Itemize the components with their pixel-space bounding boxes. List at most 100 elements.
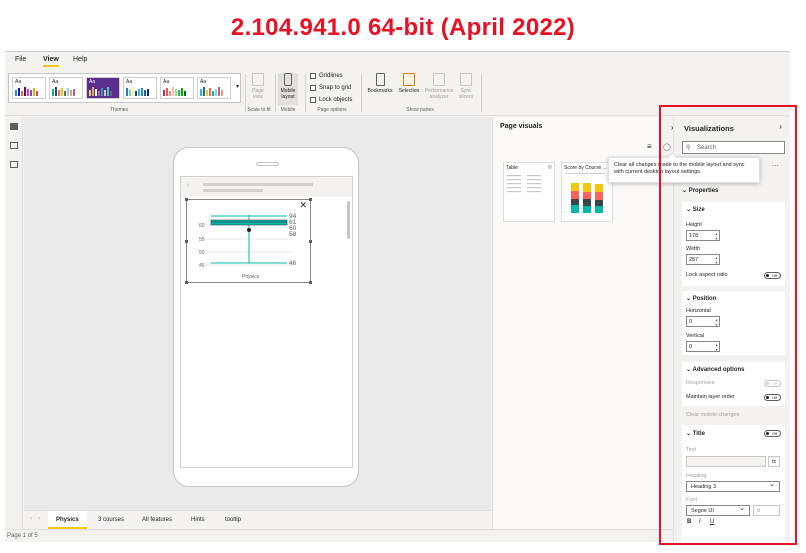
resize-handle[interactable] [185, 281, 188, 284]
themes-group-label: Themes [110, 107, 129, 113]
mobile-scrollbar[interactable] [347, 201, 350, 239]
performance-icon [433, 73, 445, 86]
properties-header[interactable]: ⌄ Properties [682, 187, 718, 194]
gridlines-checkbox[interactable]: Gridlines [310, 73, 343, 79]
chart-svg: 60 55 50 45 94 61 60 58 46 Physics [199, 213, 297, 280]
value-label-46: 46 [289, 260, 297, 267]
size-header[interactable]: ⌄ Size [686, 206, 705, 213]
checkbox-icon [310, 97, 316, 103]
width-input[interactable]: 257 [686, 254, 720, 265]
checkbox-icon [310, 73, 316, 79]
clear-mobile-changes-link[interactable]: Clear mobile changes [686, 412, 739, 418]
title-toggle[interactable]: Off [764, 430, 781, 437]
tab-hints[interactable]: Hints [183, 511, 213, 529]
y-tick-50: 50 [199, 250, 205, 256]
menu-bar: File View Help [5, 52, 790, 70]
tab-tooltip[interactable]: tooltip [217, 511, 249, 529]
tab-next-icon[interactable]: › [38, 516, 40, 522]
bookmark-icon [375, 73, 385, 86]
title-text-input[interactable] [686, 456, 766, 467]
version-title: 2.104.941.0 64-bit (April 2022) [230, 14, 576, 41]
menu-view[interactable]: View [43, 56, 59, 67]
heading-label: Heading [686, 473, 707, 479]
theme-option-6[interactable]: Aa [197, 77, 231, 99]
mobile-layout-button[interactable]: Mobile layout [278, 73, 298, 105]
expand-chevron-icon[interactable]: › [779, 122, 782, 131]
page-options-group-label: Page options [317, 107, 347, 113]
page-visual-score-by-course[interactable]: Score by Course ... [561, 162, 613, 222]
performance-analyzer-button[interactable]: Performance analyzer [423, 73, 455, 100]
more-options-icon[interactable]: ... [772, 159, 779, 168]
settings-sliders-icon[interactable]: ≡ [647, 142, 652, 151]
lock-aspect-toggle[interactable]: Off [764, 272, 781, 279]
eye-icon[interactable]: ◎ [548, 164, 552, 170]
themes-expand-icon[interactable]: ▾ [236, 83, 239, 90]
mobile-phone-frame: ‹ ✕ 60 55 50 45 94 61 60 58 46 Physics [173, 147, 359, 487]
resize-handle[interactable] [309, 281, 312, 284]
snap-to-grid-checkbox[interactable]: Snap to grid [310, 85, 351, 91]
height-input[interactable]: 178 [686, 230, 720, 241]
physics-chart-visual[interactable]: ✕ 60 55 50 45 94 61 60 58 46 Physics [185, 198, 312, 284]
search-icon: ⚲ [686, 145, 691, 151]
phone-speaker [256, 162, 279, 166]
tab-physics[interactable]: Physics [48, 511, 87, 529]
model-view-icon[interactable] [10, 161, 18, 168]
x-category-label: Physics [242, 274, 260, 280]
tab-all-features[interactable]: All features [134, 511, 180, 529]
advanced-options-header[interactable]: ⌄ Advanced options [686, 366, 745, 373]
theme-option-4[interactable]: Aa [123, 77, 157, 99]
font-family-dropdown[interactable]: Segoe UI [686, 504, 750, 516]
sync-slicers-button[interactable]: Sync slicers [455, 73, 477, 100]
lock-objects-checkbox[interactable]: Lock objects [310, 97, 352, 103]
italic-button[interactable]: I [699, 519, 701, 525]
fx-button[interactable]: fx [768, 456, 780, 467]
responsive-toggle[interactable]: Off [764, 380, 781, 387]
resize-handle[interactable] [185, 240, 188, 243]
theme-option-3[interactable]: Aa [86, 77, 120, 99]
theme-option-2[interactable]: Aa [49, 77, 83, 99]
resize-handle[interactable] [185, 198, 188, 201]
page-visuals-title: Page visuals [500, 123, 543, 130]
table-thumbnail [507, 175, 541, 193]
data-view-icon[interactable] [10, 142, 18, 149]
stacked-bar-thumbnail [565, 173, 605, 213]
menu-help[interactable]: Help [73, 56, 87, 63]
position-header[interactable]: ⌄ Position [686, 295, 716, 302]
report-view-icon[interactable] [10, 123, 18, 130]
title-card: ⌄ Title Off Text fx Heading Heading 3 Fo… [682, 425, 785, 542]
ribbon-separator [275, 74, 276, 112]
maintain-layer-toggle[interactable]: Off [764, 394, 781, 401]
page-visual-table[interactable]: Table ◎ [503, 162, 555, 222]
tab-prev-icon[interactable]: ‹ [30, 516, 32, 522]
page-count: Page 1 of 5 [7, 533, 38, 539]
underline-button[interactable]: U [710, 519, 714, 525]
visualizations-title: Visualizations [684, 124, 734, 133]
mobile-group-label: Mobile [280, 107, 296, 113]
title-header[interactable]: ⌄ Title [686, 430, 705, 437]
y-tick-45: 45 [199, 263, 205, 269]
bookmarks-button[interactable]: Bookmarks [365, 73, 395, 94]
page-view-button[interactable]: Page view [249, 73, 267, 100]
theme-option-5[interactable]: Aa [160, 77, 194, 99]
resize-handle[interactable] [309, 240, 312, 243]
theme-option-1[interactable]: Aa [12, 77, 46, 99]
viz-search-input[interactable]: ⚲ Search [682, 141, 785, 154]
mobile-phone-icon [284, 73, 292, 86]
vertical-input[interactable]: 0 [686, 341, 720, 352]
horizontal-input[interactable]: 0 [686, 316, 720, 327]
selection-button[interactable]: Selection [396, 73, 422, 94]
bold-button[interactable]: B [687, 519, 691, 525]
power-bi-window: File View Help Aa Aa Aa Aa Aa Aa ▾ Theme… [5, 51, 790, 542]
advanced-options-card: ⌄ Advanced options Responsive Off Mainta… [682, 362, 785, 406]
font-size-input[interactable]: 9 [753, 505, 780, 516]
tab-3-courses[interactable]: 3 courses [90, 511, 132, 529]
heading-dropdown[interactable]: Heading 3 [686, 480, 780, 492]
resize-handle[interactable] [309, 198, 312, 201]
menu-file[interactable]: File [15, 56, 26, 63]
eraser-icon[interactable]: ◯ [663, 143, 671, 151]
page-tabs: ‹ › Physics 3 courses All features Hints… [24, 510, 491, 529]
chart-mean-point [247, 228, 251, 232]
mobile-screen[interactable]: ‹ ✕ 60 55 50 45 94 61 60 58 46 Physics [180, 176, 353, 468]
horizontal-label: Horizontal [686, 308, 711, 314]
ribbon-separator [305, 74, 306, 112]
